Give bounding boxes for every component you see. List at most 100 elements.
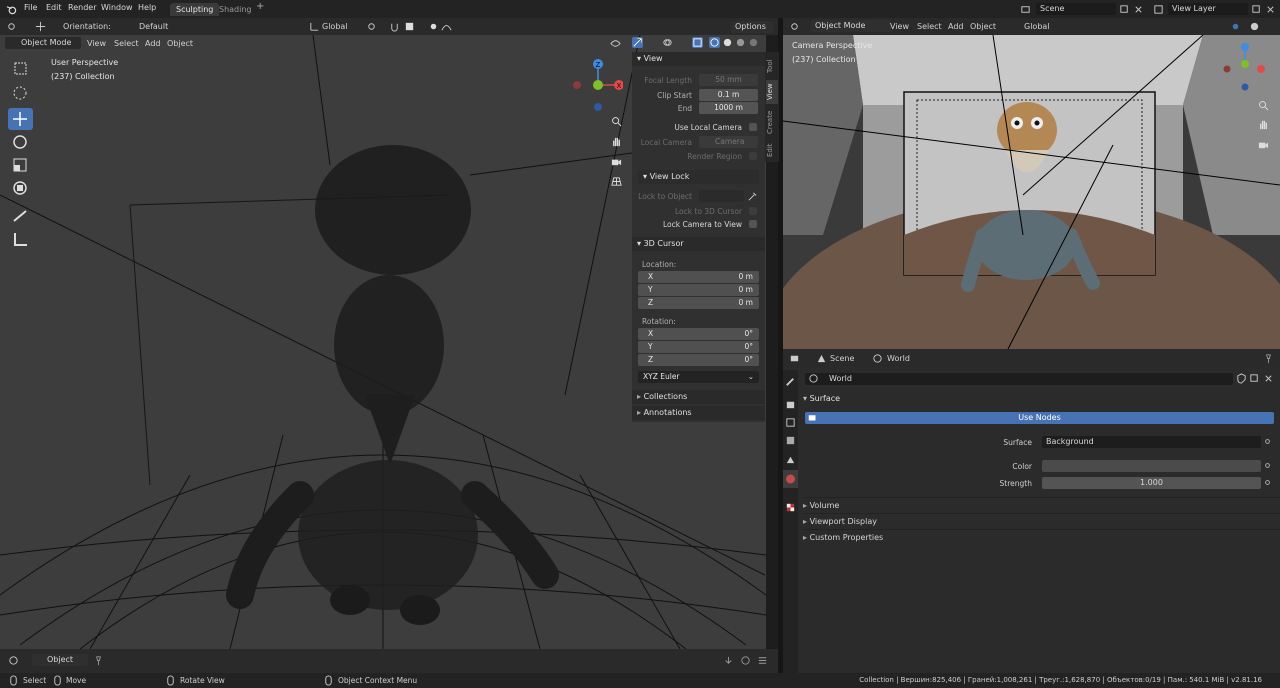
viewport-display-panel-header[interactable]: ▸ Viewport Display	[803, 513, 1280, 529]
cursor-location-x[interactable]: X 0 m	[638, 271, 759, 283]
custom-properties-panel-header[interactable]: ▸ Custom Properties	[803, 529, 1280, 545]
collections-header[interactable]: ▸ Collections	[632, 390, 765, 404]
blender-logo-icon[interactable]	[6, 4, 17, 15]
mode-dropdown[interactable]: Object Mode	[5, 37, 81, 49]
lock-camera-to-view-checkbox[interactable]	[749, 220, 757, 228]
render-tab-icon[interactable]	[785, 399, 796, 410]
right-menu-select[interactable]: Select	[917, 22, 942, 31]
clip-start-field[interactable]: 0.1 m	[699, 89, 758, 101]
scene-tab-icon[interactable]	[785, 454, 796, 465]
wireframe-shading-icon[interactable]	[709, 37, 720, 48]
tab-create[interactable]: Create	[766, 107, 778, 137]
menu-window[interactable]: Window	[101, 3, 133, 12]
orientation-dropdown[interactable]: Default	[139, 22, 168, 31]
options-icon[interactable]	[757, 655, 768, 666]
menu-edit[interactable]: Edit	[46, 3, 62, 12]
menu-select[interactable]: Select	[114, 39, 139, 48]
cursor-rotation-y[interactable]: Y 0°	[638, 341, 759, 353]
material-shading-icon[interactable]	[735, 37, 746, 48]
move-tool[interactable]	[8, 108, 33, 130]
new-world-icon[interactable]	[1249, 373, 1260, 384]
cursor-rotation-z[interactable]: Z 0°	[638, 354, 759, 366]
snap-icon[interactable]	[389, 21, 400, 32]
duplicate-scene-icon[interactable]	[1119, 4, 1130, 15]
transform-tool[interactable]	[8, 177, 33, 199]
clip-end-field[interactable]: 1000 m	[699, 102, 758, 114]
world-browse-icon[interactable]	[808, 373, 819, 384]
measure-tool[interactable]	[8, 228, 33, 250]
close-view-layer-icon[interactable]	[1265, 4, 1276, 15]
scene-selector[interactable]: Scene	[1036, 3, 1116, 15]
zoom-icon[interactable]	[1258, 100, 1269, 111]
import-icon[interactable]	[723, 655, 734, 666]
lock-to-3d-cursor-checkbox[interactable]	[749, 207, 757, 215]
menu-view[interactable]: View	[87, 39, 106, 48]
pin-icon[interactable]	[1263, 353, 1274, 364]
cursor-location-y[interactable]: Y 0 m	[638, 284, 759, 296]
pan-hand-icon[interactable]	[611, 136, 622, 147]
editor-type-icon[interactable]	[8, 655, 19, 666]
breadcrumb-scene[interactable]: Scene	[830, 354, 854, 363]
navigation-gizmo[interactable]: Z X	[573, 57, 623, 117]
editor-type-icon[interactable]	[6, 21, 17, 32]
camera-view-icon[interactable]	[611, 156, 622, 167]
view-layer-tab-icon[interactable]	[785, 435, 796, 446]
link-socket-icon[interactable]	[1263, 461, 1272, 470]
zoom-icon[interactable]	[611, 116, 622, 127]
right-menu-view[interactable]: View	[890, 22, 909, 31]
rotation-mode-dropdown[interactable]: XYZ Euler ⌄	[638, 371, 759, 383]
rotate-tool[interactable]	[8, 131, 33, 153]
annotations-header[interactable]: ▸ Annotations	[632, 406, 765, 420]
overlays-icon[interactable]	[662, 37, 673, 48]
tool-settings-tab-icon[interactable]	[785, 376, 796, 387]
fake-user-shield-icon[interactable]	[1236, 373, 1247, 384]
transform-space-dropdown[interactable]: Global	[322, 22, 348, 31]
duplicate-view-layer-icon[interactable]	[1251, 4, 1262, 15]
menu-file[interactable]: File	[24, 3, 37, 12]
right-menu-object[interactable]: Object	[970, 22, 996, 31]
volume-panel-header[interactable]: ▸ Volume	[803, 497, 1280, 513]
tab-sculpting[interactable]: Sculpting	[170, 3, 220, 16]
pan-hand-icon[interactable]	[1258, 119, 1269, 130]
tab-shading[interactable]: Shading	[213, 3, 258, 16]
camera-view-icon[interactable]	[1258, 139, 1269, 150]
surface-shader-field[interactable]: Background	[1042, 436, 1261, 448]
select-box-tool[interactable]	[8, 58, 33, 80]
strength-field[interactable]: 1.000	[1042, 477, 1261, 489]
visibility-icon[interactable]	[610, 38, 621, 49]
xray-icon[interactable]	[692, 37, 703, 48]
focal-length-field[interactable]: 50 mm	[699, 74, 758, 86]
shading-solid-icon[interactable]	[1249, 21, 1260, 32]
view-layer-selector[interactable]: View Layer	[1168, 3, 1248, 15]
pin-icon[interactable]	[93, 655, 104, 666]
output-tab-icon[interactable]	[785, 417, 796, 428]
bottom-mode-dropdown[interactable]: Object	[32, 654, 88, 666]
use-local-camera-checkbox[interactable]	[749, 123, 757, 131]
texture-tab-icon[interactable]	[785, 502, 796, 513]
link-socket-icon[interactable]	[1263, 478, 1272, 487]
eyedropper-icon[interactable]	[747, 191, 758, 202]
right-transform-space[interactable]: Global	[1024, 22, 1050, 31]
rendered-shading-icon[interactable]	[748, 37, 759, 48]
world-tab-active[interactable]	[783, 470, 798, 488]
right-menu-add[interactable]: Add	[948, 22, 964, 31]
view-section-header[interactable]: ▾ View	[632, 52, 765, 66]
unlink-world-icon[interactable]	[1263, 373, 1274, 384]
perspective-grid-icon[interactable]	[611, 176, 622, 187]
editor-type-icon[interactable]	[789, 353, 800, 364]
options-dropdown[interactable]: Options	[731, 21, 773, 33]
menu-help[interactable]: Help	[138, 3, 156, 12]
lock-to-object-field[interactable]	[699, 190, 744, 202]
right-3d-viewport[interactable]: Camera Perspective (237) Collection	[783, 35, 1280, 349]
render-region-checkbox[interactable]	[749, 152, 757, 160]
gizmo-toggle-icon[interactable]	[632, 37, 643, 48]
3d-cursor-header[interactable]: ▾ 3D Cursor	[632, 237, 765, 251]
link-socket-icon[interactable]	[1263, 437, 1272, 446]
menu-add[interactable]: Add	[145, 39, 161, 48]
overlay-icon[interactable]	[1230, 21, 1241, 32]
snap-target-icon[interactable]	[404, 21, 415, 32]
annotate-tool[interactable]	[8, 205, 33, 227]
pivot-point-icon[interactable]	[366, 21, 377, 32]
cursor-rotation-x[interactable]: X 0°	[638, 328, 759, 340]
tab-tool[interactable]: Tool	[766, 54, 778, 78]
